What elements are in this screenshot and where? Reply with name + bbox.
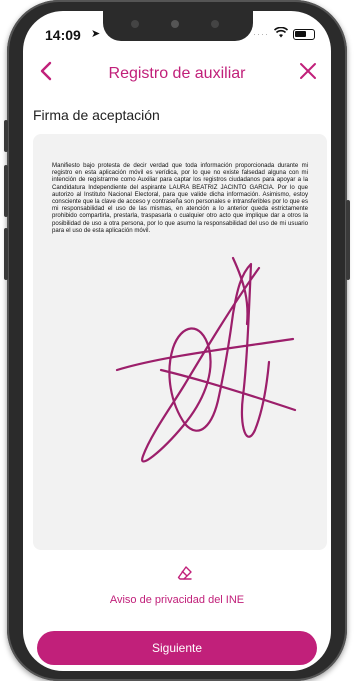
volume-lower-button <box>4 228 8 280</box>
status-time: 14:09 <box>45 27 81 43</box>
status-bar: 14:09 ➤ ···· <box>23 11 331 55</box>
location-arrow-icon: ➤ <box>91 28 101 40</box>
camera-dot-icon <box>211 20 219 28</box>
page-title: Registro de auxiliar <box>108 65 246 82</box>
privacy-notice-link[interactable]: Aviso de privacidad del INE <box>23 594 331 606</box>
nav-bar: Registro de auxiliar <box>23 59 331 91</box>
close-icon[interactable] <box>299 61 317 85</box>
power-button <box>346 200 350 280</box>
volume-down-button <box>4 165 8 217</box>
volume-up-button <box>4 120 8 152</box>
next-button[interactable]: Siguiente <box>37 631 317 665</box>
signature-pad[interactable]: Manifiesto bajo protesta de decir verdad… <box>33 134 327 550</box>
wifi-icon <box>273 26 289 41</box>
eraser-icon[interactable] <box>177 565 193 581</box>
signature-stroke <box>115 256 297 463</box>
camera-dot-icon <box>131 20 139 28</box>
signal-icon: ···· <box>253 29 269 39</box>
notch <box>103 11 253 41</box>
camera-dot-icon <box>171 20 179 28</box>
status-icons: ···· <box>253 26 315 41</box>
battery-icon <box>293 28 315 40</box>
app-screen: 14:09 ➤ ···· Registro de auxiliar Firma … <box>23 11 331 671</box>
section-title: Firma de aceptación <box>33 107 160 123</box>
